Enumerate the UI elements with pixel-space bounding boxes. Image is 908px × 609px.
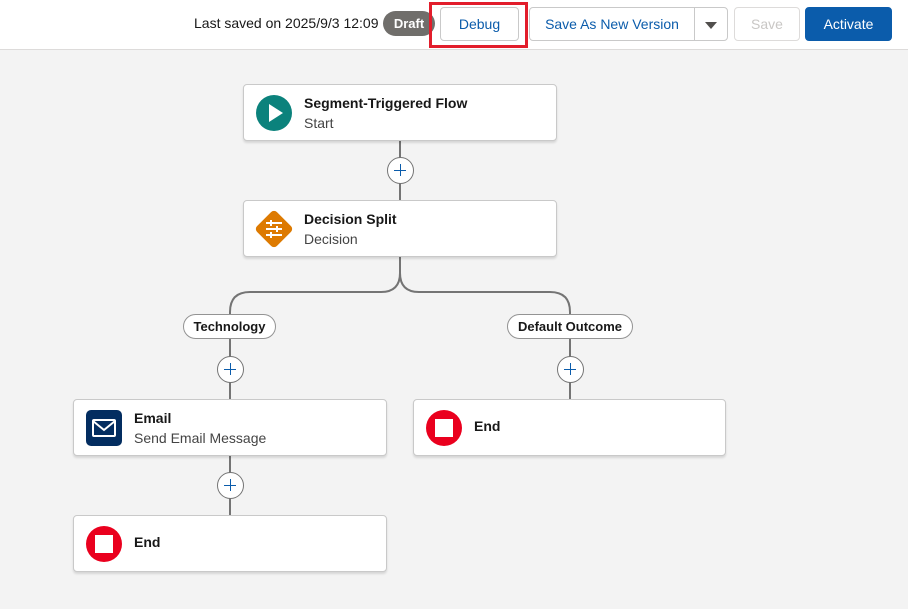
stop-icon (426, 410, 462, 446)
branch-label-technology[interactable]: Technology (183, 314, 276, 339)
node-title: Decision Split (304, 211, 397, 227)
add-element-button[interactable] (557, 356, 584, 383)
save-button[interactable]: Save (734, 7, 800, 41)
debug-button[interactable]: Debug (440, 7, 519, 41)
add-element-button[interactable] (217, 472, 244, 499)
end-node[interactable]: End (413, 399, 726, 456)
last-saved-text: Last saved on 2025/9/3 12:09 (194, 15, 379, 31)
status-badge: Draft (383, 11, 435, 36)
node-title: Segment-Triggered Flow (304, 95, 468, 111)
save-as-new-version-button[interactable]: Save As New Version (529, 7, 695, 41)
activate-button[interactable]: Activate (805, 7, 892, 41)
chevron-down-icon (705, 22, 717, 29)
toolbar: Last saved on 2025/9/3 12:09 Draft Debug… (0, 0, 908, 50)
play-icon (256, 95, 292, 131)
node-title: End (134, 534, 161, 550)
envelope-icon (86, 410, 122, 446)
flow-canvas[interactable]: Segment-Triggered Flow Start Decision Sp… (0, 51, 908, 609)
end-node[interactable]: End (73, 515, 387, 572)
email-node[interactable]: Email Send Email Message (73, 399, 387, 456)
decision-icon (255, 210, 293, 248)
decision-node[interactable]: Decision Split Decision (243, 200, 557, 257)
node-subtitle: Decision (304, 231, 358, 247)
node-subtitle: Start (304, 115, 334, 131)
start-node[interactable]: Segment-Triggered Flow Start (243, 84, 557, 141)
node-title: End (474, 418, 501, 434)
add-element-button[interactable] (387, 157, 414, 184)
node-title: Email (134, 410, 172, 426)
branch-label-default-outcome[interactable]: Default Outcome (507, 314, 633, 339)
stop-icon (86, 526, 122, 562)
node-subtitle: Send Email Message (134, 430, 267, 446)
more-save-options-button[interactable] (694, 7, 728, 41)
add-element-button[interactable] (217, 356, 244, 383)
